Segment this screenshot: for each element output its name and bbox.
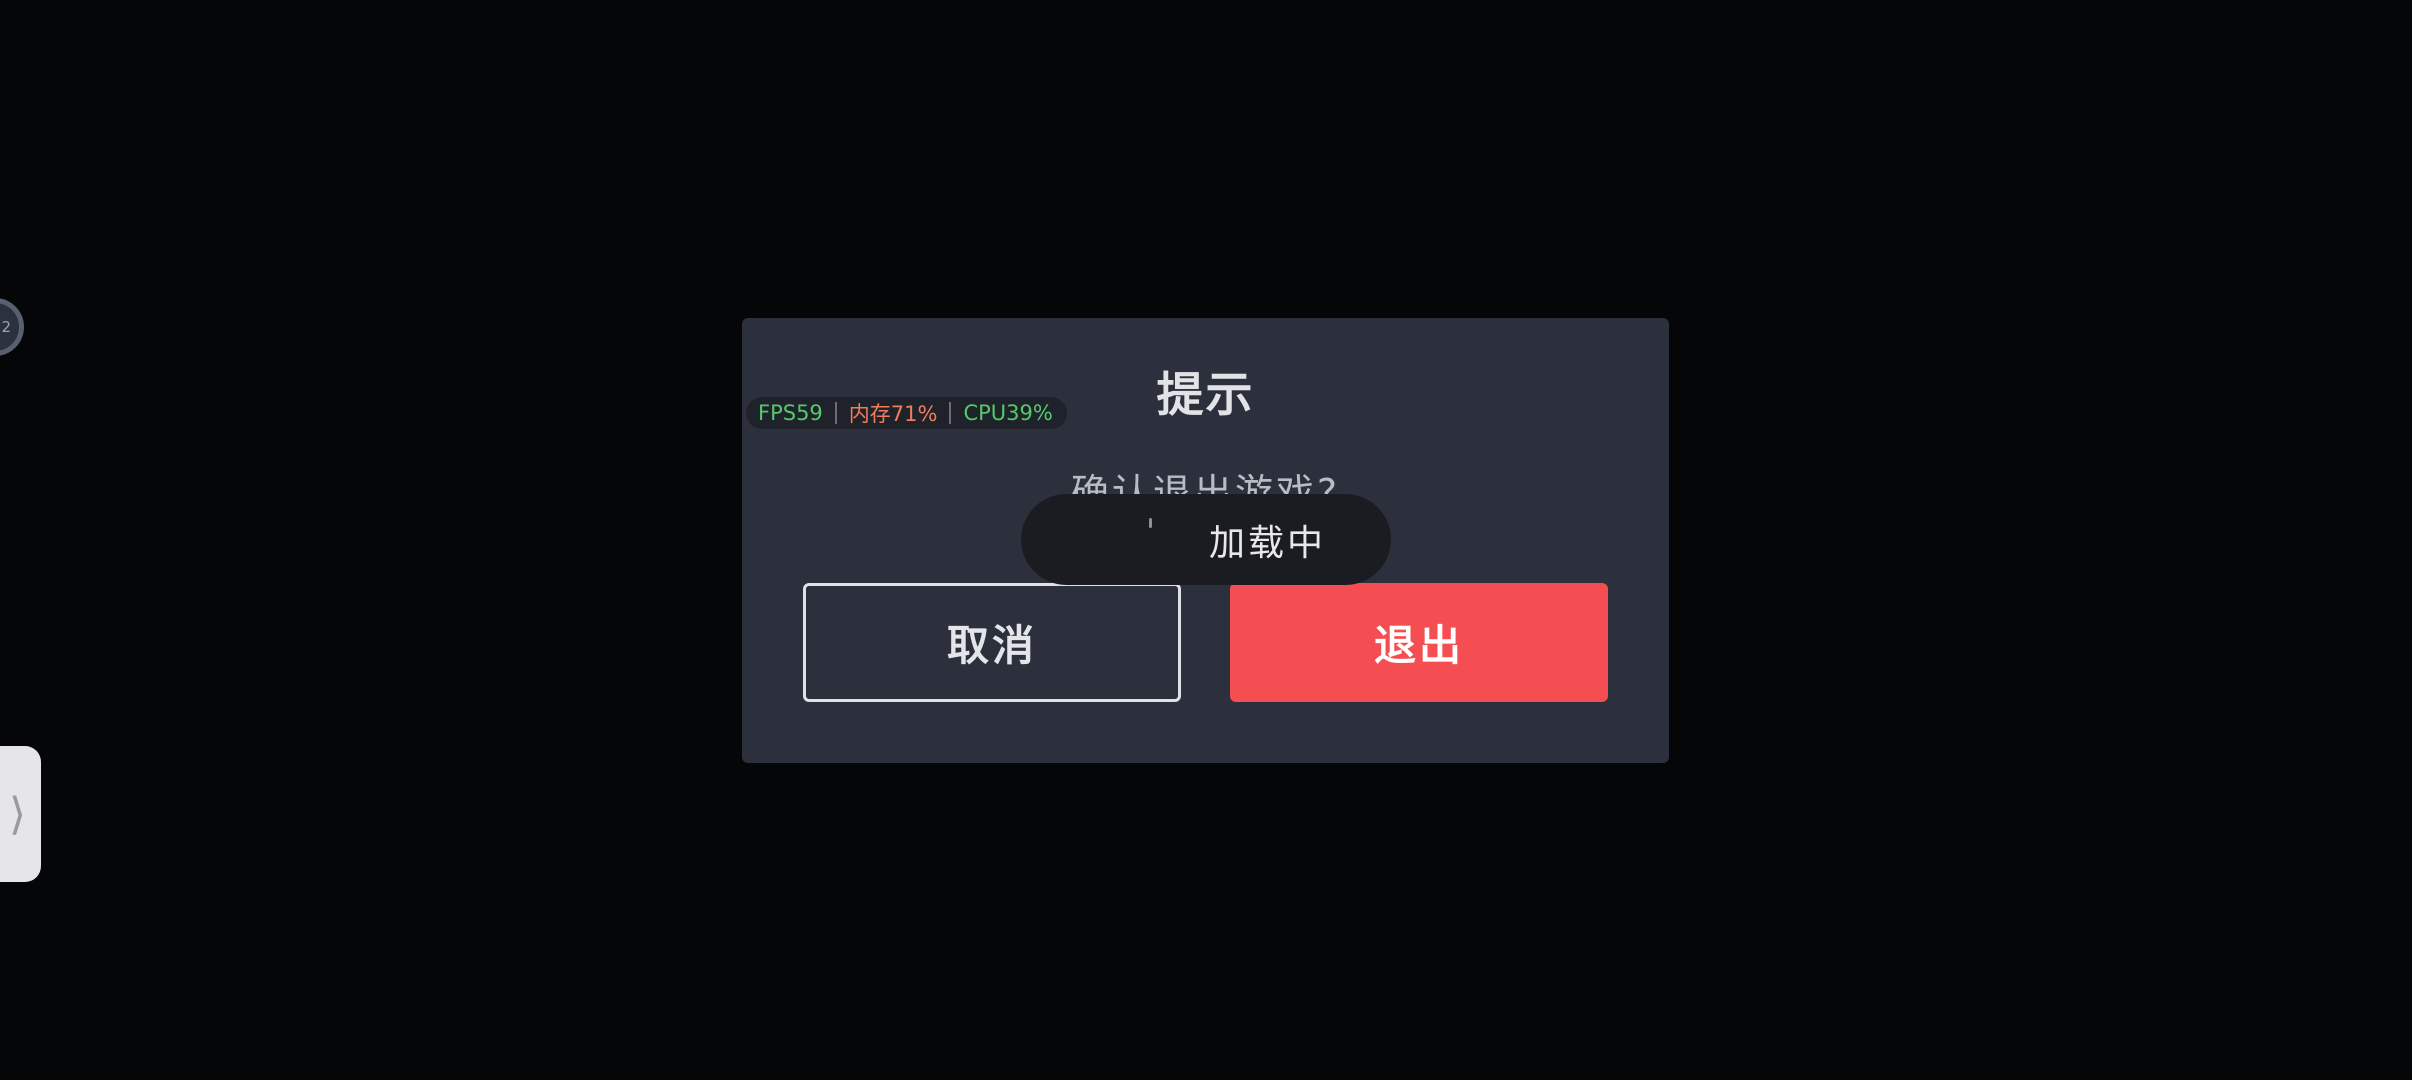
floating-ball[interactable]: 22 [0,298,24,356]
chevron-right-icon: ⟩ [8,788,27,840]
loading-text: 加载中 [1209,522,1327,564]
perf-divider [834,402,837,424]
cancel-button-label: 取消 [946,621,1037,670]
fps-readout: FPS59 [758,401,823,425]
exit-button-label: 退出 [1373,621,1464,670]
performance-overlay: FPS59 内存71% CPU39% [746,397,1067,429]
floating-ball-text: 22 [0,318,11,336]
loading-toast: 加载中 [1021,494,1391,585]
perf-divider [949,402,952,424]
exit-button[interactable]: 退出 [1230,583,1608,702]
cancel-button[interactable]: 取消 [803,583,1181,702]
side-drawer-handle[interactable]: ⟩ [0,746,41,882]
memory-readout: 内存71% [848,402,938,426]
loading-spinner-icon [1149,518,1152,528]
game-screen: 22 ⟩ 提示 确认退出游戏? 取消 退出 FPS59 内存71% CPU39%… [0,0,2412,1080]
cpu-readout: CPU39% [963,401,1053,425]
